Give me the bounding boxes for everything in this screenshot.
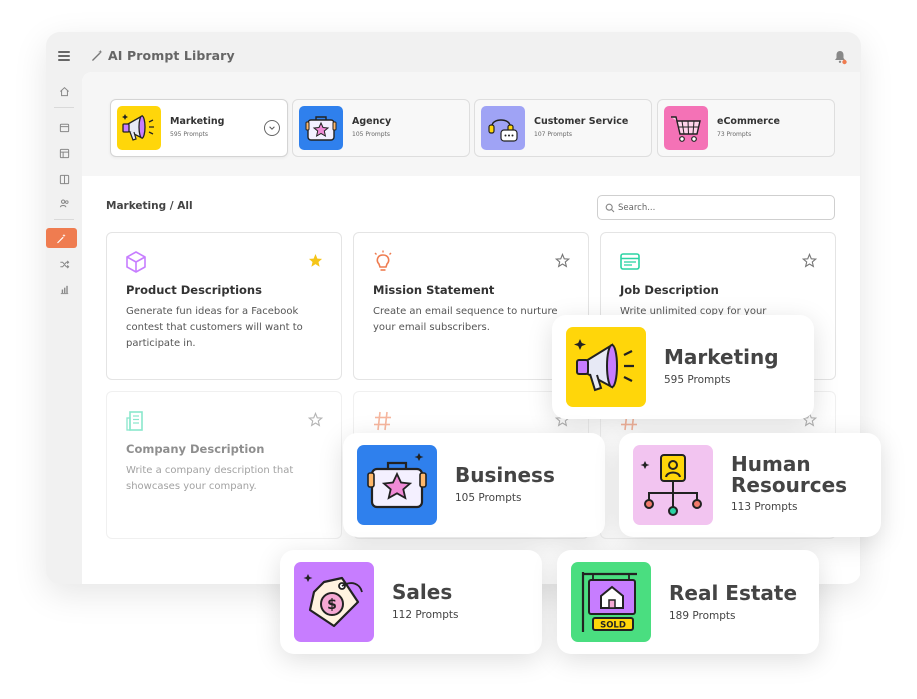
feature-name: Business xyxy=(455,463,555,487)
feature-count: 595 Prompts xyxy=(664,374,731,386)
briefcase-icon xyxy=(357,445,437,525)
category-name: Marketing xyxy=(170,116,225,127)
lightbulb-icon xyxy=(374,250,392,271)
feature-count: 105 Prompts xyxy=(455,492,522,504)
svg-text:$: $ xyxy=(327,597,337,613)
org-chart-icon xyxy=(633,445,713,525)
prompt-card-product-descriptions[interactable]: Product Descriptions Generate fun ideas … xyxy=(106,232,342,380)
prompt-title: Company Description xyxy=(126,442,265,456)
shopping-cart-icon xyxy=(664,106,708,150)
category-ecommerce[interactable]: eCommerce 73 Prompts xyxy=(657,99,835,157)
feature-card-human-resources[interactable]: Human Resources 113 Prompts xyxy=(619,433,881,537)
feature-card-business[interactable]: Business 105 Prompts xyxy=(343,433,605,537)
feature-card-marketing[interactable]: Marketing 595 Prompts xyxy=(552,315,814,419)
nav-columns[interactable] xyxy=(54,169,74,189)
users-icon xyxy=(59,199,69,207)
nav-prompts[interactable] xyxy=(46,228,77,248)
building-icon xyxy=(126,411,143,431)
layout-icon xyxy=(59,148,69,158)
feature-name-line1: Human xyxy=(731,452,811,476)
home-icon xyxy=(59,86,69,96)
category-count: 107 Prompts xyxy=(534,131,573,138)
feature-count: 112 Prompts xyxy=(392,609,459,621)
search-input[interactable] xyxy=(618,200,828,215)
bar-chart-icon xyxy=(60,285,68,294)
app-title: AI Prompt Library xyxy=(108,48,235,63)
star-outline-icon[interactable] xyxy=(802,253,817,268)
price-tag-icon: $ xyxy=(294,562,374,642)
magic-wand-icon xyxy=(57,233,66,243)
nav-home[interactable] xyxy=(54,81,74,101)
category-count: 73 Prompts xyxy=(717,131,752,138)
feature-count: 189 Prompts xyxy=(669,610,736,622)
prompt-description: Generate fun ideas for a Facebook contes… xyxy=(126,306,303,349)
nav-layout[interactable] xyxy=(54,143,74,163)
category-count: 105 Prompts xyxy=(352,131,391,138)
prompt-title: Job Description xyxy=(620,283,719,297)
star-outline-icon[interactable] xyxy=(308,412,323,427)
nav-users[interactable] xyxy=(54,193,74,213)
feature-card-real-estate[interactable]: SOLD Real Estate 189 Prompts xyxy=(557,550,819,654)
briefcase-icon xyxy=(299,106,343,150)
chevron-down-icon[interactable] xyxy=(264,120,280,136)
sold-sign-icon: SOLD xyxy=(571,562,651,642)
shuffle-icon xyxy=(59,259,69,269)
prompt-title: Mission Statement xyxy=(373,283,495,297)
hashtag-icon xyxy=(374,411,391,431)
headset-chat-icon xyxy=(481,106,525,150)
nav-calendar[interactable] xyxy=(54,117,74,137)
feature-count: 113 Prompts xyxy=(731,501,798,513)
feature-name: Real Estate xyxy=(669,581,798,605)
megaphone-icon xyxy=(117,106,161,150)
prompt-title: Product Descriptions xyxy=(126,283,262,297)
prompt-description: Write a company description that showcas… xyxy=(126,465,294,492)
feature-card-sales[interactable]: $ Sales 112 Prompts xyxy=(280,550,542,654)
star-outline-icon[interactable] xyxy=(555,253,570,268)
category-name: Agency xyxy=(352,116,392,127)
nav-shuffle[interactable] xyxy=(54,254,74,274)
megaphone-icon xyxy=(566,327,646,407)
prompt-card-company-description[interactable]: Company Description Write a company desc… xyxy=(106,391,342,539)
category-count: 595 Prompts xyxy=(170,131,209,138)
search-icon xyxy=(605,203,615,213)
category-strip: Marketing 595 Prompts Agency 105 Prompts… xyxy=(82,72,860,176)
prompt-description: Create an email sequence to nurture your… xyxy=(373,306,558,333)
feature-name-line2: Resources xyxy=(731,473,848,497)
calendar-icon xyxy=(59,123,69,132)
star-filled-icon[interactable] xyxy=(308,253,323,268)
magic-wand-icon xyxy=(92,49,103,61)
browser-window-icon xyxy=(620,253,640,270)
category-marketing[interactable]: Marketing 595 Prompts xyxy=(110,99,288,157)
category-name: Customer Service xyxy=(534,116,629,127)
category-name: eCommerce xyxy=(717,116,780,127)
feature-name: Sales xyxy=(392,580,453,604)
nav-analytics[interactable] xyxy=(54,279,74,299)
category-customer-service[interactable]: Customer Service 107 Prompts xyxy=(474,99,652,157)
cube-icon xyxy=(126,251,146,273)
search-box[interactable] xyxy=(597,195,835,220)
app-header: AI Prompt Library xyxy=(46,32,861,76)
notification-bell-icon[interactable] xyxy=(833,49,847,65)
feature-name: Marketing xyxy=(664,345,779,369)
columns-icon xyxy=(59,174,69,184)
menu-icon[interactable] xyxy=(58,51,70,61)
breadcrumb: Marketing / All xyxy=(106,200,193,212)
sold-badge: SOLD xyxy=(600,621,626,631)
category-agency[interactable]: Agency 105 Prompts xyxy=(292,99,470,157)
